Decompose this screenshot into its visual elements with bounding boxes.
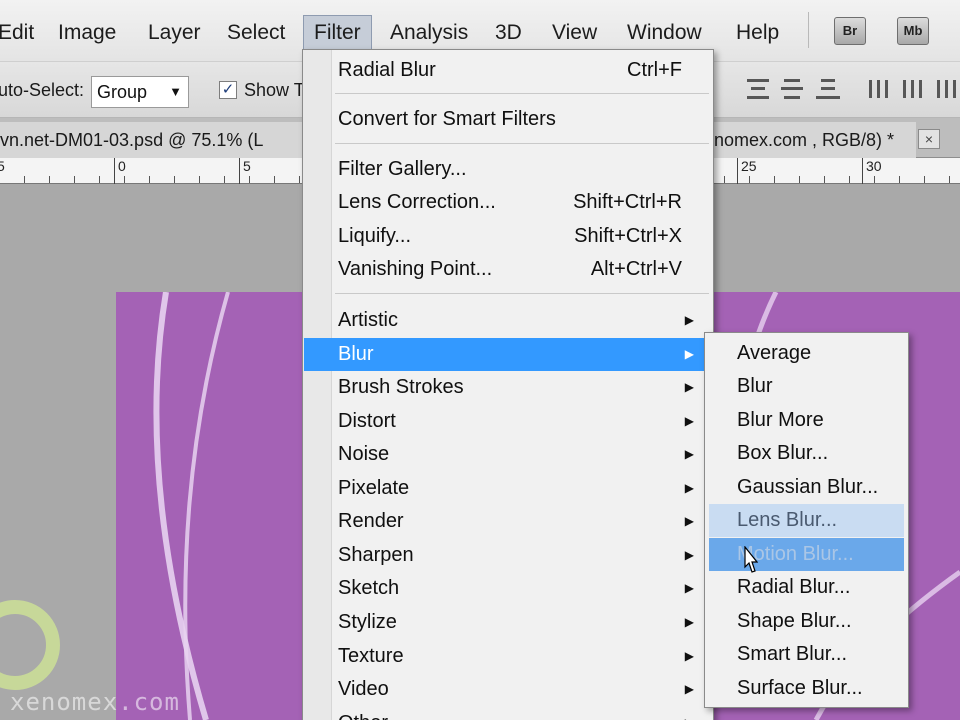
ruler-tick (862, 158, 863, 184)
triangle-right-icon: ▶ (684, 649, 694, 663)
blur-item-gaussian-blur[interactable]: Gaussian Blur... (709, 471, 904, 504)
menu-separator (808, 12, 809, 48)
menu-help[interactable]: Help (736, 16, 779, 50)
align-bottom-icon[interactable] (816, 76, 840, 102)
filter-item-sketch[interactable]: Sketch ▶ (304, 572, 712, 605)
filter-item-brush-strokes[interactable]: Brush Strokes ▶ (304, 371, 712, 404)
ruler-tick (737, 158, 738, 184)
align-top-icon[interactable] (746, 76, 770, 102)
filter-item-artistic[interactable]: Artistic ▶ (304, 304, 712, 337)
ruler-label: 5 (0, 158, 5, 174)
filter-item-sharpen[interactable]: Sharpen ▶ (304, 539, 712, 572)
triangle-right-icon: ▶ (684, 313, 694, 327)
menu-3d[interactable]: 3D (495, 16, 522, 50)
show-transform-label: Show T (244, 80, 305, 100)
filter-item-video[interactable]: Video ▶ (304, 673, 712, 706)
distribute-right-icon[interactable] (934, 76, 958, 102)
filter-item-radial-blur[interactable]: Radial Blur Ctrl+F (304, 54, 712, 87)
blur-submenu: Average Blur Blur More Box Blur... Gauss… (704, 332, 909, 708)
menu-image[interactable]: Image (58, 16, 116, 50)
blur-item-surface-blur[interactable]: Surface Blur... (709, 672, 904, 705)
auto-select-label: uto-Select: (0, 80, 85, 100)
blur-item-smart-blur[interactable]: Smart Blur... (709, 638, 904, 671)
menu-separator (335, 293, 709, 294)
filter-item-vanishing-point[interactable]: Vanishing Point... Alt+Ctrl+V (304, 253, 712, 286)
menu-separator (335, 93, 709, 94)
blur-item-lens-blur[interactable]: Lens Blur... (709, 504, 904, 537)
menu-window[interactable]: Window (627, 16, 702, 50)
menu-view[interactable]: View (552, 16, 597, 50)
filter-item-distort[interactable]: Distort ▶ (304, 405, 712, 438)
blur-item-box-blur[interactable]: Box Blur... (709, 437, 904, 470)
menu-filter[interactable]: Filter (303, 15, 372, 52)
filter-item-pixelate[interactable]: Pixelate ▶ (304, 472, 712, 505)
triangle-right-icon: ▶ (684, 347, 694, 361)
menu-layer[interactable]: Layer (148, 16, 201, 50)
blur-item-radial-blur[interactable]: Radial Blur... (709, 571, 904, 604)
triangle-right-icon: ▶ (684, 414, 694, 428)
blur-item-blur[interactable]: Blur (709, 370, 904, 403)
watermark-logo (0, 600, 60, 690)
filter-item-noise[interactable]: Noise ▶ (304, 438, 712, 471)
blur-item-blur-more[interactable]: Blur More (709, 404, 904, 437)
ruler-label: 5 (243, 158, 251, 174)
filter-item-liquify[interactable]: Liquify... Shift+Ctrl+X (304, 220, 712, 253)
triangle-right-icon: ▶ (684, 447, 694, 461)
ruler-tick (114, 158, 115, 184)
blur-item-average[interactable]: Average (709, 337, 904, 370)
filter-item-texture[interactable]: Texture ▶ (304, 640, 712, 673)
filter-item-other[interactable]: Other▶ (304, 707, 712, 720)
mini-bridge-button[interactable]: Mb (897, 17, 929, 45)
show-transform-checkbox[interactable]: ✓ (219, 81, 237, 99)
watermark-text: xenomex.com (10, 688, 180, 716)
filter-item-gallery[interactable]: Filter Gallery... (304, 153, 712, 186)
triangle-right-icon: ▶ (684, 548, 694, 562)
menu-analysis[interactable]: Analysis (390, 16, 468, 50)
align-vcenter-icon[interactable] (780, 76, 804, 102)
filter-item-convert-smart[interactable]: Convert for Smart Filters (304, 103, 712, 136)
triangle-right-icon: ▶ (684, 380, 694, 394)
ruler-label: 25 (741, 158, 757, 174)
auto-select-dropdown[interactable]: Group ▼ (91, 76, 189, 108)
triangle-right-icon: ▶ (685, 707, 694, 720)
blur-item-shape-blur[interactable]: Shape Blur... (709, 605, 904, 638)
ruler-label: 0 (118, 158, 126, 174)
mouse-pointer-icon (744, 546, 758, 573)
filter-item-render[interactable]: Render ▶ (304, 505, 712, 538)
blur-item-motion-blur[interactable]: Motion Blur... (709, 538, 904, 571)
triangle-right-icon: ▶ (684, 615, 694, 629)
menu-select[interactable]: Select (227, 16, 285, 50)
bridge-button[interactable]: Br (834, 17, 866, 45)
close-icon[interactable]: × (918, 129, 940, 149)
document-tab-1[interactable]: vn.net-DM01-03.psd @ 75.1% (L (0, 122, 302, 158)
ruler-label: 30 (866, 158, 882, 174)
menu-edit[interactable]: Edit (0, 16, 34, 50)
ruler-tick (239, 158, 240, 184)
filter-item-blur[interactable]: Blur ▶ (304, 338, 712, 371)
distribute-hcenter-icon[interactable] (900, 76, 924, 102)
filter-item-stylize[interactable]: Stylize ▶ (304, 606, 712, 639)
menu-separator (335, 143, 709, 144)
auto-select-value: Group (97, 82, 148, 102)
distribute-left-icon[interactable] (866, 76, 890, 102)
triangle-right-icon: ▶ (684, 581, 694, 595)
triangle-right-icon: ▶ (684, 481, 694, 495)
filter-item-lens-correction[interactable]: Lens Correction... Shift+Ctrl+R (304, 186, 712, 219)
triangle-right-icon: ▶ (684, 514, 694, 528)
chevron-down-icon: ▼ (169, 84, 182, 99)
document-tab-2[interactable]: nomex.com , RGB/8) * (710, 122, 916, 158)
filter-menu: Radial Blur Ctrl+F Convert for Smart Filt… (302, 49, 714, 720)
triangle-right-icon: ▶ (684, 682, 694, 696)
